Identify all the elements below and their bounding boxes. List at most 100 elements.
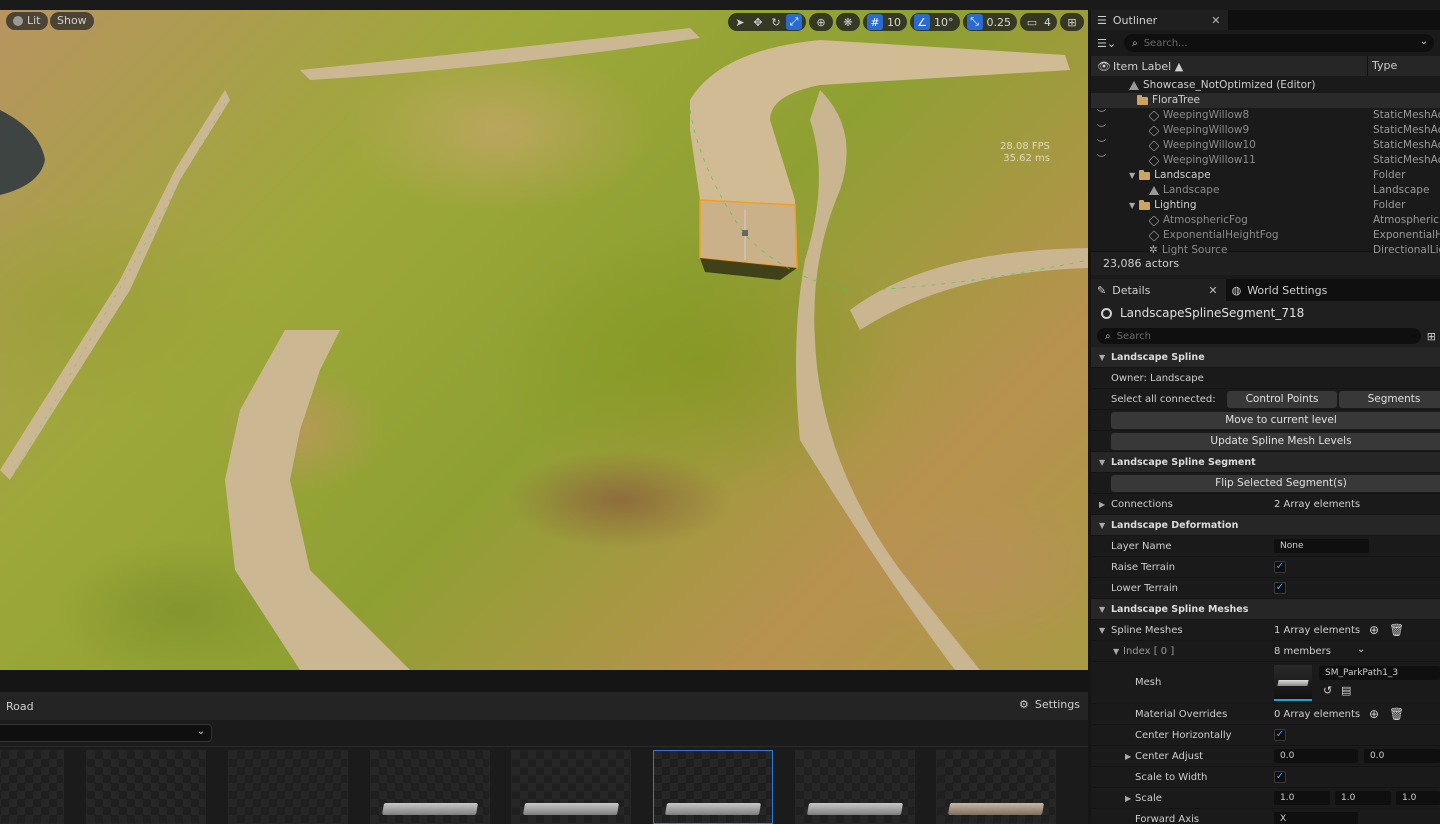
rotation-snap-icon[interactable]: ∠	[914, 14, 930, 30]
scale-snap-icon[interactable]: ⤡	[966, 14, 983, 30]
scale-y-field[interactable]: 1.0	[1335, 791, 1391, 805]
scale-x-field[interactable]: 1.0	[1274, 791, 1330, 805]
browse-folder-icon[interactable]: ▤	[1341, 684, 1351, 697]
tree-row[interactable]: ︶ WeepingWillow10 StaticMeshActor	[1091, 138, 1440, 153]
center-horizontally-checkbox[interactable]: ✓	[1274, 729, 1286, 741]
translate-icon[interactable]: ✥	[750, 14, 766, 30]
scale-icon[interactable]: ⤢	[786, 14, 802, 30]
details-search-input[interactable]: ⌕ Search	[1097, 328, 1421, 344]
asset-tile[interactable]	[511, 750, 631, 824]
eye-icon[interactable]: 👁	[1097, 60, 1111, 73]
tree-row[interactable]: ExponentialHeightFog ExponentialHeightFo…	[1091, 228, 1440, 243]
asset-tile[interactable]	[0, 750, 64, 824]
mesh-asset-picker[interactable]: SM_ParkPath1_3	[1319, 666, 1440, 680]
connections-row[interactable]: ▶ Connections 2 Array elements	[1091, 494, 1440, 515]
category-landscape-spline-segment[interactable]: ▼ Landscape Spline Segment	[1091, 452, 1440, 473]
close-icon[interactable]: ✕	[1208, 284, 1217, 297]
rotation-snap-value[interactable]: 10°	[932, 16, 956, 29]
tree-row[interactable]: FloraTree	[1091, 93, 1440, 108]
tree-row[interactable]: ︶ WeepingWillow8 StaticMeshActor	[1091, 108, 1440, 123]
grid-snap-value[interactable]: 10	[885, 16, 903, 29]
mesh-thumbnail[interactable]	[1274, 665, 1312, 701]
category-landscape-spline[interactable]: ▼ Landscape Spline	[1091, 347, 1440, 368]
center-adjust-row: ▶ Center Adjust 0.0 0.0	[1091, 746, 1440, 767]
tree-row[interactable]: ︶ WeepingWillow11 StaticMeshActor	[1091, 153, 1440, 168]
reset-arrow-icon[interactable]: ↺	[1323, 684, 1332, 697]
center-adjust-y-field[interactable]: 0.0	[1364, 749, 1440, 763]
tree-row[interactable]: ▼ Landscape Folder	[1091, 168, 1440, 183]
collapse-icon[interactable]: ▼	[1129, 168, 1135, 183]
forward-axis-dropdown[interactable]: X	[1274, 812, 1358, 824]
rotate-icon[interactable]: ↻	[768, 14, 784, 30]
tree-row[interactable]: AtmosphericFog AtmosphericFog	[1091, 213, 1440, 228]
viewport-layout-icon[interactable]: ⊞	[1064, 14, 1080, 30]
chevron-down-icon[interactable]: ⌄	[1357, 644, 1365, 655]
close-icon[interactable]: ✕	[1211, 14, 1220, 27]
table-view-icon[interactable]: ⊞	[1427, 330, 1436, 343]
visibility-eye-icon[interactable]: ︶	[1097, 153, 1106, 168]
category-landscape-deformation[interactable]: ▼ Landscape Deformation	[1091, 515, 1440, 536]
add-element-icon[interactable]: ⊕	[1369, 707, 1379, 721]
collapse-icon[interactable]: ▼	[1129, 198, 1135, 213]
tree-row[interactable]: ✲Light Source DirectionalLight	[1091, 243, 1440, 258]
tree-row[interactable]: ▼ Lighting Folder	[1091, 198, 1440, 213]
expand-icon[interactable]: ▶	[1125, 752, 1131, 761]
segments-button[interactable]: Segments	[1339, 390, 1440, 408]
camera-speed-value[interactable]: 4	[1042, 16, 1053, 29]
lit-mode-button[interactable]: Lit	[6, 12, 48, 30]
lower-terrain-checkbox[interactable]: ✓	[1274, 582, 1286, 594]
collapse-icon[interactable]: ▼	[1113, 647, 1119, 656]
expand-icon[interactable]: ▶	[1125, 794, 1131, 803]
folder-path[interactable]: Road	[6, 700, 34, 713]
camera-icon[interactable]: ▭	[1024, 14, 1040, 30]
world-space-icon[interactable]: ⊕	[813, 14, 829, 30]
collapse-icon: ▼	[1099, 457, 1106, 467]
category-landscape-spline-meshes[interactable]: ▼ Landscape Spline Meshes	[1091, 599, 1440, 620]
settings-button[interactable]: ⚙ Settings	[1019, 698, 1080, 711]
asset-tile[interactable]	[86, 750, 206, 824]
show-button[interactable]: Show	[50, 12, 94, 30]
scale-z-field[interactable]: 1.0	[1396, 791, 1440, 805]
column-item-label[interactable]: Item Label ▲	[1113, 60, 1183, 73]
raise-terrain-checkbox[interactable]: ✓	[1274, 561, 1286, 573]
chevron-down-icon[interactable]: ⌄	[1420, 36, 1428, 47]
tree-row[interactable]: ︶ WeepingWillow9 StaticMeshActor	[1091, 123, 1440, 138]
trash-icon[interactable]: 🗑	[1389, 707, 1404, 721]
filter-dropdown[interactable]: ⌄	[0, 724, 212, 742]
flip-selected-segments-button[interactable]: Flip Selected Segment(s)	[1111, 474, 1440, 492]
update-spline-mesh-levels-button[interactable]: Update Spline Mesh Levels	[1111, 432, 1440, 450]
add-element-icon[interactable]: ⊕	[1369, 623, 1379, 637]
asset-tile-selected[interactable]	[653, 750, 773, 824]
outliner-search-input[interactable]: ⌕ Search... ⌄	[1124, 34, 1434, 52]
surface-snap-icon[interactable]: ❋	[840, 14, 856, 30]
asset-tile[interactable]	[370, 750, 490, 824]
asset-tile[interactable]	[795, 750, 915, 824]
collapse-icon[interactable]: ▼	[1099, 626, 1105, 635]
grid-snap-icon[interactable]: #	[867, 14, 883, 30]
tab-outliner[interactable]: ☰ Outliner ✕	[1091, 10, 1229, 30]
tab-details[interactable]: ✎ Details ✕	[1091, 279, 1226, 301]
control-points-button[interactable]: Control Points	[1227, 390, 1337, 408]
asset-tile[interactable]	[936, 750, 1056, 824]
select-icon[interactable]: ➤	[732, 14, 748, 30]
visibility-eye-icon[interactable]: ︶	[1097, 138, 1106, 153]
tree-row[interactable]: Showcase_NotOptimized (Editor)	[1091, 78, 1440, 93]
tree-row[interactable]: Landscape Landscape	[1091, 183, 1440, 198]
layer-name-field[interactable]: None	[1274, 539, 1369, 553]
layer-name-row: Layer Name None	[1091, 536, 1440, 557]
tab-world-settings[interactable]: ◍ World Settings	[1226, 279, 1336, 301]
scale-snap-value[interactable]: 0.25	[985, 16, 1014, 29]
column-type[interactable]: Type	[1367, 56, 1397, 76]
visibility-eye-icon[interactable]: ︶	[1097, 123, 1106, 138]
center-adjust-x-field[interactable]: 0.0	[1274, 749, 1358, 763]
property-label: Scale to Width	[1135, 771, 1208, 783]
asset-tile[interactable]	[228, 750, 348, 824]
filter-icon[interactable]: ☰⌄	[1097, 37, 1116, 50]
move-to-current-level-button[interactable]: Move to current level	[1111, 411, 1440, 429]
level-viewport[interactable]: Lit Show ➤ ✥ ↻ ⤢ ⊕ ❋ # 10 ∠ 10° ⤡ 0.25 ▭	[0, 10, 1088, 670]
visibility-eye-icon[interactable]: ︶	[1097, 108, 1106, 123]
scale-to-width-checkbox[interactable]: ✓	[1274, 771, 1286, 783]
expand-icon[interactable]: ▶	[1099, 500, 1105, 509]
lower-terrain-row: Lower Terrain ✓	[1091, 578, 1440, 599]
trash-icon[interactable]: 🗑	[1389, 623, 1404, 637]
